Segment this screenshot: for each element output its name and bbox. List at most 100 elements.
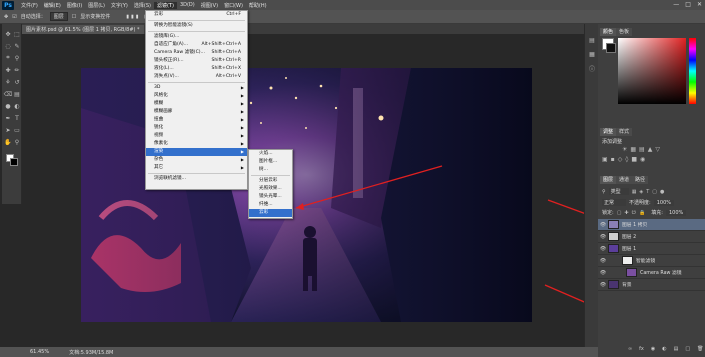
layer-thumbnail bbox=[622, 256, 633, 265]
layer-row[interactable]: 👁 图层 1 拷贝 bbox=[598, 219, 705, 231]
menu-separator bbox=[251, 175, 290, 176]
tab-adjustments[interactable]: 调整 bbox=[600, 128, 617, 136]
menu-item-label: 扭曲 bbox=[154, 117, 164, 122]
filter-menu-item[interactable]: 模糊 ▶ bbox=[146, 100, 247, 108]
link-icon[interactable]: ∞ bbox=[628, 346, 632, 352]
render-submenu-item[interactable]: 图片框... bbox=[249, 158, 292, 166]
layer-row[interactable]: 👁 智能滤镜 bbox=[598, 255, 705, 267]
visibility-icon[interactable]: 👁 bbox=[598, 258, 608, 264]
submenu-arrow-icon: ▶ bbox=[240, 133, 244, 138]
menu-separator bbox=[148, 20, 245, 21]
tab-channels[interactable]: 通道 bbox=[616, 176, 633, 184]
tab-paths[interactable]: 路径 bbox=[632, 176, 649, 184]
menu-item-label: Camera Raw 滤镜(C)... bbox=[154, 50, 205, 55]
menu-item-label: 自适应广角(A)... bbox=[154, 42, 189, 47]
layer-name: Camera Raw 滤镜 bbox=[640, 271, 682, 276]
menu-shortcut: Alt+Shift+Ctrl+A bbox=[201, 42, 241, 47]
layer-row[interactable]: 👁 Camera Raw 滤镜 bbox=[598, 267, 705, 279]
menu-shortcut: Shift+Ctrl+X bbox=[211, 66, 241, 71]
layer-name: 图层 1 拷贝 bbox=[622, 223, 648, 228]
filter-menu-item[interactable]: Camera Raw 滤镜(C)... Shift+Ctrl+A bbox=[146, 49, 247, 57]
filter-menu-item[interactable]: 锐化 ▶ bbox=[146, 124, 247, 132]
submenu-arrow-icon: ▶ bbox=[240, 109, 244, 114]
trash-icon[interactable]: 🗑 bbox=[697, 346, 703, 352]
tab-layers[interactable]: 图层 bbox=[600, 176, 617, 184]
filter-menu-item[interactable]: 视频 ▶ bbox=[146, 132, 247, 140]
render-submenu-item[interactable]: 镜头光晕... bbox=[249, 193, 292, 201]
filter-menu-item[interactable]: 3D ▶ bbox=[146, 84, 247, 92]
layer-row[interactable]: 👁 图层 1 bbox=[598, 243, 705, 255]
adjustment-icons[interactable]: ☀▦▤▲▽ bbox=[622, 146, 663, 153]
fx-icon[interactable]: fx bbox=[639, 346, 644, 352]
lock-label: 锁定: bbox=[602, 210, 614, 216]
filter-menu-item[interactable]: 扭曲 ▶ bbox=[146, 116, 247, 124]
submenu-arrow-icon: ▶ bbox=[240, 101, 244, 106]
fill-label: 填充: bbox=[651, 210, 663, 216]
filter-menu-item[interactable]: 镜头校正(R)... Shift+Ctrl+R bbox=[146, 57, 247, 65]
menu-item-label: 其它 bbox=[154, 165, 164, 170]
filter-menu-item[interactable]: 像素化 ▶ bbox=[146, 140, 247, 148]
render-submenu-item[interactable]: 分层云彩 bbox=[249, 177, 292, 185]
filter-menu-item[interactable]: 转换为智能滤镜(S) bbox=[146, 22, 247, 30]
filter-menu-item[interactable]: 消失点(V)... Alt+Ctrl+V bbox=[146, 73, 247, 81]
mask-icon[interactable]: ◉ bbox=[651, 346, 655, 352]
visibility-icon[interactable]: 👁 bbox=[598, 222, 608, 228]
filter-menu-item[interactable]: 浏览联机滤镜... bbox=[146, 175, 247, 183]
color-field[interactable] bbox=[618, 38, 686, 104]
adjustment-icons-row2[interactable]: ▣▪◇◊■◉ bbox=[602, 156, 648, 163]
menu-item-label: 像素化 bbox=[154, 141, 168, 146]
search-icon[interactable]: ⚲ bbox=[602, 189, 606, 195]
tab-styles[interactable]: 样式 bbox=[616, 128, 633, 136]
filter-menu-item[interactable]: 自适应广角(A)... Alt+Shift+Ctrl+A bbox=[146, 41, 247, 49]
opacity-value[interactable]: 100% bbox=[653, 199, 674, 206]
visibility-icon[interactable]: 👁 bbox=[598, 234, 608, 240]
menu-item-label: 转换为智能滤镜(S) bbox=[154, 23, 193, 28]
layer-name: 图层 1 bbox=[622, 247, 637, 252]
tab-swatches[interactable]: 色板 bbox=[616, 28, 633, 36]
fill-value[interactable]: 100% bbox=[665, 209, 687, 216]
visibility-icon[interactable]: 👁 bbox=[598, 270, 608, 276]
render-submenu-item[interactable]: 光照效果... bbox=[249, 185, 292, 193]
zoom-level[interactable]: 61.45% bbox=[30, 349, 49, 355]
menu-item-label: 消失点(V)... bbox=[154, 74, 179, 79]
filter-menu-item[interactable]: 风格化 ▶ bbox=[146, 92, 247, 100]
filter-menu-item[interactable]: 云彩 Ctrl+F bbox=[146, 11, 247, 19]
filter-menu-item[interactable]: 其它 ▶ bbox=[146, 164, 247, 172]
submenu-arrow-icon: ▶ bbox=[240, 85, 244, 90]
menu-item-label: 锐化 bbox=[154, 125, 164, 130]
filter-menu-item[interactable]: 渲染 ▶ bbox=[146, 148, 247, 156]
menu-item-label: 风格化 bbox=[154, 93, 168, 98]
render-submenu-item[interactable]: 火焰... bbox=[249, 150, 292, 158]
render-submenu-item[interactable]: 纤维... bbox=[249, 201, 292, 209]
menu-item-label: 视频 bbox=[154, 133, 164, 138]
hue-slider[interactable] bbox=[689, 38, 696, 104]
lock-icons[interactable]: ▢✚☋🔒 bbox=[617, 210, 649, 216]
info-icon[interactable]: ⓘ bbox=[588, 64, 596, 73]
new-layer-icon[interactable]: □ bbox=[685, 346, 690, 352]
visibility-icon[interactable]: 👁 bbox=[598, 282, 608, 288]
kind-filter[interactable]: 类型 bbox=[608, 188, 629, 195]
filter-icons[interactable]: ▦◈T▢● bbox=[632, 189, 668, 195]
filter-menu-item[interactable]: 模糊画廊 ▶ bbox=[146, 108, 247, 116]
render-submenu-item[interactable]: 云彩 bbox=[249, 209, 292, 217]
submenu-arrow-icon: ▶ bbox=[240, 117, 244, 122]
panel-icon-strip: ▤ ▦ ⓘ bbox=[584, 24, 598, 347]
history-icon[interactable]: ▤ bbox=[588, 36, 596, 44]
filter-menu-item[interactable]: 滤镜库(G)... bbox=[146, 33, 247, 41]
visibility-icon[interactable]: 👁 bbox=[598, 246, 608, 252]
filter-menu-item[interactable]: 液化(L)... Shift+Ctrl+X bbox=[146, 65, 247, 73]
lock-row: 锁定: ▢✚☋🔒 填充: 100% bbox=[602, 209, 687, 216]
tab-color[interactable]: 颜色 bbox=[600, 28, 617, 36]
properties-icon[interactable]: ▦ bbox=[588, 50, 596, 58]
menu-item-label: 3D bbox=[154, 85, 161, 90]
filter-menu-item[interactable]: 杂色 ▶ bbox=[146, 156, 247, 164]
folder-icon[interactable]: ▤ bbox=[674, 346, 679, 352]
layer-row[interactable]: 👁 背景 bbox=[598, 279, 705, 291]
render-submenu-item[interactable]: 树... bbox=[249, 166, 292, 174]
adjustment-layer-icon[interactable]: ◐ bbox=[662, 346, 666, 352]
opacity-label: 不透明度: bbox=[629, 200, 651, 206]
background-swatch[interactable] bbox=[606, 43, 616, 53]
layer-row[interactable]: 👁 图层 2 bbox=[598, 231, 705, 243]
layer-name: 图层 2 bbox=[622, 235, 637, 240]
blend-mode-dropdown[interactable]: 正常 bbox=[602, 199, 627, 206]
